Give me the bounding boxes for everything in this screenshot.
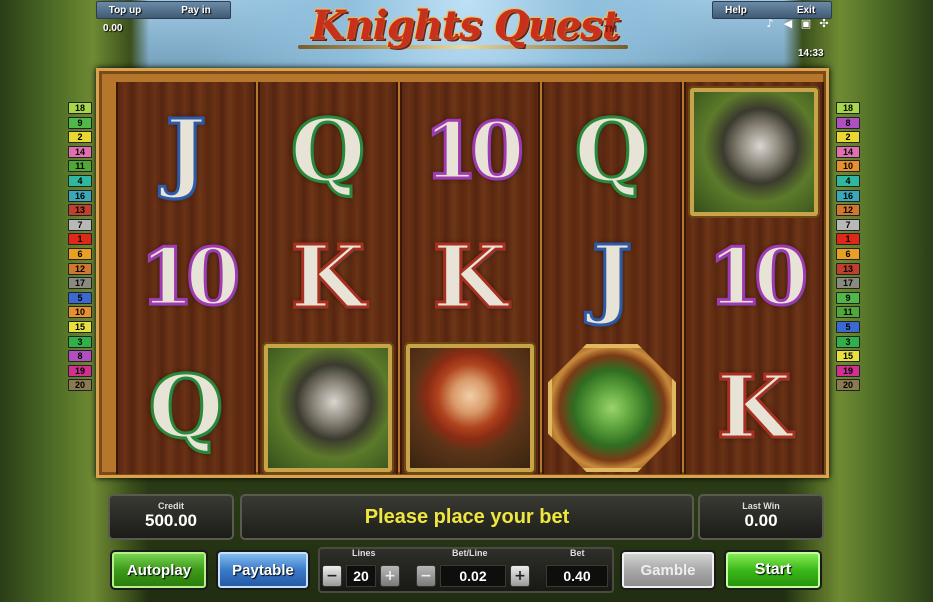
payline-badge-left: 2 (68, 131, 92, 144)
lines-label: Lines (352, 548, 376, 558)
payline-badge-left: 6 (68, 247, 92, 260)
payline-badge-right: 20 (836, 379, 860, 392)
balance-value: 0.00 (103, 23, 123, 34)
paytable-button[interactable]: Paytable (216, 550, 310, 590)
credit-value: 500.00 (145, 511, 197, 530)
settings-icon[interactable]: ▣ (800, 18, 812, 30)
payline-badge-right: 16 (836, 189, 860, 202)
payline-badge-right: 15 (836, 350, 860, 363)
symbol-k: K (289, 227, 367, 328)
payline-badge-right: 18 (836, 102, 860, 114)
sound-icon[interactable]: ◀ (782, 18, 794, 30)
symbol-horse: horse (264, 344, 392, 472)
lines-plus-button[interactable]: + (380, 565, 400, 587)
payline-badge-left: 14 (68, 145, 92, 158)
payline-badge-right: 17 (836, 277, 860, 290)
payline-badge-right: 19 (836, 364, 860, 377)
bet-label: Bet (570, 548, 585, 558)
symbol-10: 10 (422, 106, 526, 197)
payline-badge-right: 13 (836, 262, 860, 275)
symbol-j: J (164, 101, 208, 202)
bet-line-label: Bet/Line (452, 548, 488, 558)
payline-badge-left: 7 (68, 218, 92, 231)
symbol-10: 10 (706, 232, 810, 323)
symbol-q: Q (147, 357, 225, 458)
payline-badge-right: 10 (836, 160, 860, 173)
last-win-box: Last Win 0.00 (698, 494, 824, 540)
payline-badge-right: 1 (836, 233, 860, 246)
payline-badge-right: 8 (836, 116, 860, 129)
total-bet-value: 0.40 (546, 565, 608, 587)
payline-badge-left: 4 (68, 174, 92, 187)
symbol-q: Q (289, 101, 367, 202)
autoplay-button[interactable]: Autoplay (110, 550, 208, 590)
symbol-q: Q (573, 101, 651, 202)
credit-label: Credit (157, 501, 184, 511)
symbol-10: 10 (138, 232, 242, 323)
payline-badge-left: 19 (68, 364, 92, 377)
symbol-k: K (431, 227, 509, 328)
payline-badge-right: 5 (836, 320, 860, 333)
gamble-button[interactable]: Gamble (620, 550, 716, 590)
lines-minus-button[interactable]: − (322, 565, 342, 587)
bet-line-minus-button[interactable]: − (416, 565, 436, 587)
bet-line-plus-button[interactable]: + (510, 565, 530, 587)
payline-badge-right: 11 (836, 306, 860, 319)
payline-badge-right: 7 (836, 218, 860, 231)
payline-badge-left: 13 (68, 204, 92, 217)
payline-badge-left: 12 (68, 262, 92, 275)
symbol-horse: horse (690, 88, 818, 216)
payline-badge-right: 14 (836, 145, 860, 158)
payline-badge-left: 8 (68, 350, 92, 363)
payline-badge-right: 4 (836, 174, 860, 187)
payline-badge-left: 11 (68, 160, 92, 173)
bet-line-value: 0.02 (440, 565, 506, 587)
payline-badge-left: 18 (68, 102, 92, 114)
payline-badge-right: 12 (836, 204, 860, 217)
payline-badge-right: 6 (836, 247, 860, 260)
start-button[interactable]: Start (724, 550, 822, 590)
pay-in-button[interactable]: Pay in (166, 2, 226, 19)
top-up-button[interactable]: Top up (100, 2, 150, 19)
symbol-dragon: dragon (548, 344, 676, 472)
paylines-left: 18 9 2 14 11 4 16 13 7 1 6 12 17 5 10 15 3 8 19 20 (68, 102, 92, 394)
payline-badge-left: 1 (68, 233, 92, 246)
payline-badge-right: 3 (836, 335, 860, 348)
payline-badge-left: 17 (68, 277, 92, 290)
symbol-k: K (715, 357, 793, 458)
music-icon[interactable]: ♪ (764, 18, 776, 30)
credit-box: Credit 500.00 (108, 494, 234, 540)
payline-badge-left: 15 (68, 320, 92, 333)
symbol-j: J (590, 227, 634, 328)
game-logo: Knights Quest (310, 2, 620, 49)
payline-badge-left: 9 (68, 116, 92, 129)
payline-badge-right: 9 (836, 291, 860, 304)
symbol-lady: lady (406, 344, 534, 472)
clock: 14:33 (798, 48, 824, 59)
payline-badge-left: 16 (68, 189, 92, 202)
lines-value: 20 (346, 565, 376, 587)
help-button[interactable]: Help (716, 2, 756, 19)
paylines-right: 18 8 2 14 10 4 16 12 7 1 6 13 17 9 11 5 3 15 19 20 (836, 102, 860, 394)
payline-badge-left: 20 (68, 379, 92, 392)
fullscreen-icon[interactable]: ✣ (818, 18, 830, 30)
payline-badge-right: 2 (836, 131, 860, 144)
status-message: Please place your bet (240, 494, 694, 540)
last-win-label: Last Win (742, 501, 780, 511)
payline-badge-left: 10 (68, 306, 92, 319)
payline-badge-left: 5 (68, 291, 92, 304)
payline-badge-left: 3 (68, 335, 92, 348)
logo-trademark: TM (604, 24, 617, 34)
last-win-value: 0.00 (744, 511, 778, 530)
